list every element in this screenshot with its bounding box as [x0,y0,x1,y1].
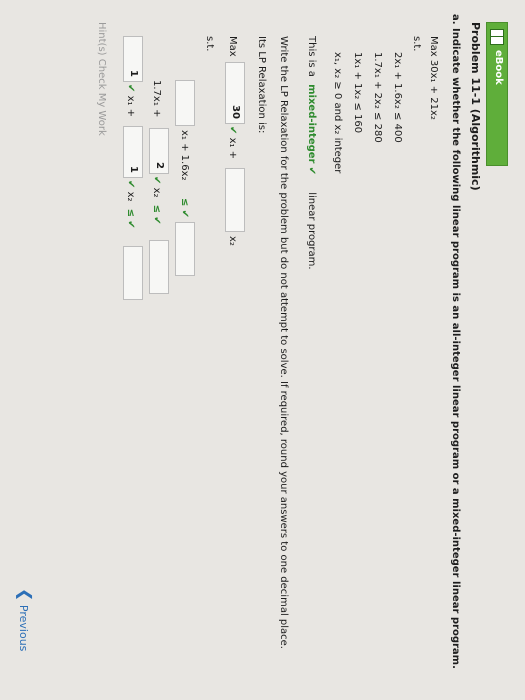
row2-coef-value: 2 [154,162,165,169]
objective-coef-1-input[interactable]: 30 [225,62,245,124]
check-icon: ✔ [179,209,190,218]
relaxation-instruction: Write the LP Relaxation for the problem … [278,36,289,649]
rotated-page: eBook Problem 11-1 (Algorithmic) a. Indi… [0,0,525,700]
row2-ineq-select[interactable]: ≤ [151,205,162,213]
check-icon: ✔ [125,84,136,93]
check-icon: ✔ [227,126,238,135]
check-icon: ✔ [151,216,162,225]
x2-label: x₂ [227,236,238,246]
objective-coef-2-input[interactable] [225,168,245,232]
row1-coef-input[interactable] [175,80,195,126]
row3-x1-plus: x₁ + [125,95,136,118]
problem-title: Problem 11-1 (Algorithmic) [469,22,482,191]
previous-button[interactable]: ❮ Previous [16,588,35,651]
row1-term: x₁ + 1.6x₂ [179,130,190,181]
row2-coef1: 1.7x₁ + [151,80,162,118]
relaxation-label: Its LP Relaxation is: [256,36,267,134]
row3-rhs-input[interactable] [123,246,143,300]
constraint-3: 1x₁ + 1x₂ ≤ 160 [352,52,363,134]
row3-ineq-select[interactable]: ≤ [125,209,136,217]
st-label: s.t. [411,36,422,52]
constraint-2: 1.7x₁ + 2x₂ ≤ 280 [372,52,383,143]
objective-coef-1-value: 30 [230,105,241,119]
book-icon [490,29,504,45]
row2-rhs-input[interactable] [149,240,169,294]
ebook-label: eBook [493,50,504,85]
part-a-prompt: a. Indicate whether the following linear… [450,14,461,669]
check-icon: ✔ [151,176,162,185]
answer-prefix: This is a [306,36,317,77]
check-icon: ✔ [125,220,136,229]
constraint-1: 2x₁ + 1.6x₂ ≤ 400 [392,52,403,143]
row3-coef2-value: 1 [128,166,139,173]
row1-ineq-select[interactable]: ≤ [179,198,190,206]
row3-coef2-input[interactable]: 1 [123,126,143,178]
row1-rhs-input[interactable] [175,222,195,276]
answer-select[interactable]: mixed-integer [306,84,317,163]
constraint-4: x₁, x₂ ≥ 0 and x₂ integer [332,52,343,174]
row3-coef1-value: 1 [128,70,139,77]
max-label: Max [227,36,238,57]
st-label-2: s.t. [204,36,215,52]
row3-x2: x₂ [125,191,136,202]
x1-plus-text: x₁ + [227,137,238,160]
row2-x2: x₂ [151,187,162,198]
check-icon: ✔ [125,180,136,189]
footer-hint: Hint(s) Check My Work [96,22,107,136]
row3-coef1-input[interactable]: 1 [123,36,143,82]
row2-coef-input[interactable]: 2 [149,128,169,174]
chevron-left-icon: ❮ [16,588,35,602]
objective-text: Max 30x₁ + 21x₂ [428,36,439,120]
answer-suffix: linear program. [306,192,317,270]
previous-label: Previous [17,604,30,652]
ebook-button[interactable]: eBook [486,22,508,166]
check-icon: ✔ [306,166,317,176]
